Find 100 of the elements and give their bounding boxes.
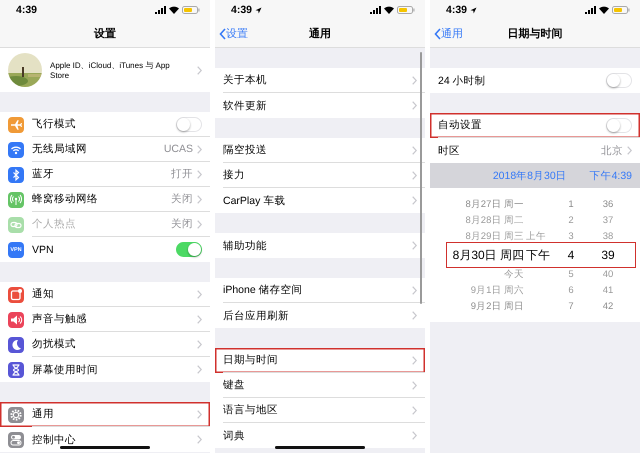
settings-row[interactable]: 通用 [0, 402, 210, 427]
profile-row[interactable]: Apple ID、iCloud、iTunes 与 App Store [0, 48, 210, 92]
row-label: 个人热点 [32, 217, 77, 231]
chevron-left-icon [219, 28, 226, 40]
battery-icon [182, 6, 200, 14]
chevron-right-icon [412, 146, 417, 154]
settings-row[interactable]: 键盘 [215, 373, 425, 398]
settings-row[interactable]: 隔空投送 [215, 138, 425, 163]
picker-date: 8月27日 周一 [464, 198, 524, 210]
nav-title: 日期与时间 [508, 26, 562, 41]
picker-ampm: 上午 [526, 230, 547, 242]
picker-date: 8月29日 周三 [464, 230, 524, 242]
chevron-right-icon [197, 170, 202, 178]
row-label: 自动设置 [438, 118, 483, 132]
chevron-right-icon [412, 431, 417, 440]
settings-row[interactable]: 语言与地区 [215, 398, 425, 423]
battery-icon [612, 6, 630, 14]
chevron-right-icon [412, 196, 417, 205]
picker-minute: 36 [602, 198, 614, 210]
picker-hour: 3 [567, 230, 575, 242]
settings-row[interactable]: 蓝牙 打开 [0, 162, 210, 187]
settings-row[interactable]: 24 小时制 [430, 68, 640, 93]
chevron-right-icon [412, 101, 417, 110]
chevron-right-icon [412, 170, 417, 180]
row-label: 日期与时间 [223, 353, 279, 367]
chevron-right-icon [197, 435, 202, 444]
row-label: 时区 [438, 144, 461, 158]
settings-row[interactable]: 勿扰模式 [0, 332, 210, 357]
chevron-right-icon [412, 76, 417, 84]
clock-time: 4:39 [446, 4, 468, 16]
chevron-right-icon [197, 340, 202, 348]
chevron-right-icon [197, 194, 202, 204]
row-value: UCAS [164, 143, 193, 155]
settings-row[interactable]: 时区 北京 [430, 138, 640, 163]
settings-row[interactable]: 屏幕使用时间 [0, 357, 210, 382]
settings-row[interactable]: 词典 [215, 423, 425, 448]
row-label: 通知 [32, 287, 55, 301]
chevron-right-icon [627, 146, 632, 155]
row-label: 软件更新 [223, 98, 268, 112]
settings-row[interactable]: iPhone 储存空间 [215, 278, 425, 303]
chevron-right-icon [412, 406, 417, 414]
date-time-picker[interactable]: 8月27日 周一 1 36 8月28日 周二 2 37 8月29日 周三 上午 3 38 8月30日 周四 下午 4 39 今天 5 40 9月1日 周六 6 41 9月2日 周日 7 42 [430, 188, 640, 322]
picker-hour: 5 [567, 268, 575, 280]
settings-row[interactable]: 无线局域网 UCAS [0, 137, 210, 162]
picker-minute: 39 [600, 248, 616, 262]
row-value: 关闭 [171, 217, 193, 231]
settings-row[interactable]: 软件更新 [215, 93, 425, 118]
row-label: 通用 [32, 407, 55, 421]
toggle-switch[interactable] [606, 73, 632, 88]
settings-row[interactable]: 关于本机 [215, 68, 425, 93]
row-label: 蓝牙 [32, 167, 55, 181]
row-label: 语言与地区 [223, 403, 279, 417]
chevron-left-icon [434, 28, 441, 40]
profile-subtitle: Apple ID、iCloud、iTunes 与 App Store [50, 60, 171, 80]
picker-date: 9月1日 周六 [470, 284, 524, 296]
settings-row[interactable]: 蜂窝移动网络 关闭 [0, 187, 210, 212]
settings-row[interactable]: 日期与时间 [215, 348, 425, 373]
row-label: 辅助功能 [223, 238, 268, 252]
picker-minute: 42 [602, 300, 614, 312]
settings-row[interactable]: 后台应用刷新 [215, 303, 425, 328]
signal-icon [370, 6, 381, 14]
chevron-right-icon [197, 314, 202, 324]
clock-time: 4:39 [231, 4, 252, 16]
selected-time: 下午4:39 [590, 168, 633, 182]
nav-title: 通用 [309, 26, 331, 41]
row-label: 蜂窝移动网络 [32, 192, 99, 206]
back-button[interactable]: 设置 [219, 26, 248, 41]
row-value: 北京 [601, 144, 623, 158]
picker-hour: 1 [567, 198, 575, 210]
picker-date: 8月28日 周二 [464, 214, 524, 226]
wifi-icon [384, 6, 394, 14]
row-label: 词典 [223, 428, 246, 442]
toggle-switch[interactable] [176, 116, 202, 132]
picker-minute: 41 [602, 284, 614, 296]
settings-row[interactable]: 辅助功能 [215, 233, 425, 258]
chevron-right-icon [412, 380, 417, 390]
settings-row[interactable]: 通知 [0, 282, 210, 307]
chevron-right-icon [412, 241, 417, 250]
settings-row[interactable]: 自动设置 [430, 113, 640, 138]
picker-hour: 6 [567, 284, 575, 296]
row-label: 屏幕使用时间 [32, 362, 99, 376]
toggle-switch[interactable] [606, 118, 632, 132]
row-value: 关闭 [171, 192, 193, 206]
row-label: 接力 [223, 168, 246, 182]
row-label: 24 小时制 [438, 74, 487, 88]
back-button[interactable]: 通用 [434, 26, 463, 41]
picker-ampm: 下午 [526, 246, 551, 264]
row-label: 无线局域网 [32, 142, 88, 156]
wifi-icon [599, 6, 609, 14]
settings-row[interactable]: 控制中心 [0, 427, 210, 452]
chevron-right-icon [197, 365, 202, 374]
toggle-switch[interactable] [176, 242, 202, 257]
row-label: CarPlay 车载 [223, 194, 286, 208]
row-label: 飞行模式 [32, 117, 77, 131]
settings-row[interactable]: 接力 [215, 163, 425, 188]
settings-row[interactable]: 声音与触感 [0, 307, 210, 332]
picker-hour: 2 [567, 214, 575, 226]
row-label: 声音与触感 [32, 312, 88, 326]
settings-row[interactable]: CarPlay 车载 [215, 188, 425, 213]
settings-row[interactable]: 飞行模式 [0, 112, 210, 137]
